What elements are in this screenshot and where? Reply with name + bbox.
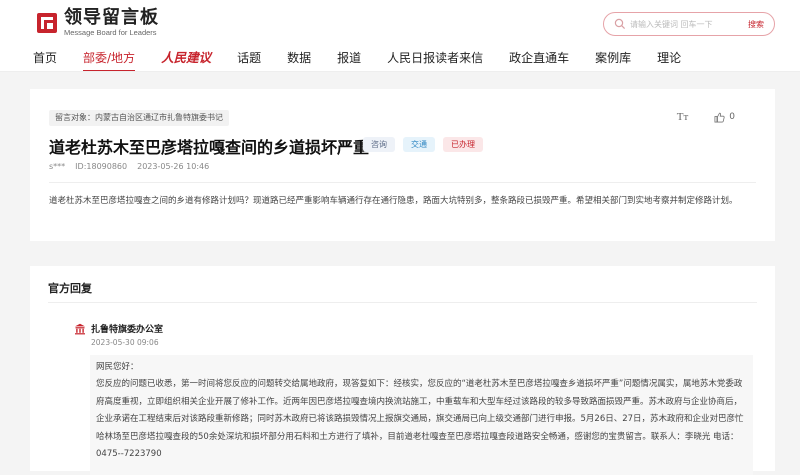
question-body: 道老杜苏木至巴彦塔拉嘎查之间的乡道有修路计划吗？现道路已经严重影响车辆通行存在通…	[49, 196, 738, 206]
field-badge: 交通	[403, 137, 435, 152]
reply-text: 您反应的问题已收悉，第一时间将您反应的问题转交给属地政府，现答复如下：经核实，您…	[96, 379, 744, 442]
thumbs-up-icon	[714, 112, 725, 122]
nav-item-reader-letters[interactable]: 人民日报读者来信	[387, 46, 483, 70]
nav-item-topics[interactable]: 话题	[237, 46, 261, 70]
reply-date: 2023-05-30 09:06	[91, 338, 159, 347]
nav-item-people-suggestions[interactable]: 人民建议	[161, 46, 211, 70]
reply-card: 官方回复 扎鲁特旗委办公室 2023-05-30 09:06 网民您好： 您反应…	[30, 266, 775, 475]
logo-mark-icon	[37, 12, 57, 33]
font-size-button[interactable]: Tт	[677, 111, 689, 123]
logo-title: 领导留言板	[64, 7, 159, 28]
header-divider	[0, 71, 800, 72]
like-button[interactable]: 0	[714, 112, 735, 123]
reply-body: 网民您好： 您反应的问题已收悉，第一时间将您反应的问题转交给属地政府，现答复如下…	[90, 355, 753, 475]
search-button[interactable]: 搜索	[748, 19, 764, 30]
reply-divider	[48, 302, 757, 303]
nav-item-theory[interactable]: 理论	[657, 46, 681, 70]
nav-item-enterprise-express[interactable]: 政企直通车	[509, 46, 569, 70]
question-meta: s*** ID:18090860 2023-05-26 10:46	[49, 162, 219, 171]
message-id: ID:18090860	[75, 162, 128, 171]
question-title: 道老杜苏木至巴彦塔拉嘎查间的乡道损坏严重	[49, 138, 370, 157]
nav-item-reports[interactable]: 报道	[337, 46, 361, 70]
search-input[interactable]	[630, 19, 742, 29]
search-box: 搜索	[603, 12, 775, 36]
search-icon	[614, 18, 626, 30]
logo-subtitle: Message Board for Leaders	[64, 28, 157, 37]
nav-item-case-library[interactable]: 案例库	[595, 46, 631, 70]
type-badge: 咨询	[363, 137, 395, 152]
question-divider	[49, 182, 756, 183]
nav-item-home[interactable]: 首页	[33, 46, 57, 70]
reply-phone: 0475--7223790	[96, 449, 162, 459]
message-datetime: 2023-05-26 10:46	[137, 162, 210, 171]
main-nav: 首页 部委/地方 人民建议 话题 数据 报道 人民日报读者来信 政企直通车 案例…	[0, 44, 800, 72]
question-badges: 咨询 交通 已办理	[363, 137, 491, 152]
message-target-tag: 留言对象：内蒙古自治区通辽市扎鲁特旗委书记	[49, 110, 229, 126]
question-tools: Tт 0	[677, 111, 735, 123]
author-name: s***	[49, 162, 66, 171]
status-badge: 已办理	[443, 137, 483, 152]
nav-item-ministries-local[interactable]: 部委/地方	[83, 46, 136, 72]
reply-greeting: 网民您好：	[96, 362, 139, 372]
site-logo[interactable]: 领导留言板 Message Board for Leaders	[36, 8, 159, 37]
like-count: 0	[729, 112, 735, 122]
reply-org-name: 扎鲁特旗委办公室	[91, 325, 164, 335]
government-building-icon	[75, 323, 85, 335]
reply-heading: 官方回复	[48, 282, 92, 295]
site-header: 领导留言板 Message Board for Leaders 搜索 首页 部委…	[0, 0, 800, 72]
nav-item-data[interactable]: 数据	[287, 46, 311, 70]
question-card: 留言对象：内蒙古自治区通辽市扎鲁特旗委书记 Tт 0 道老杜苏木至巴彦塔拉嘎查间…	[30, 89, 775, 241]
